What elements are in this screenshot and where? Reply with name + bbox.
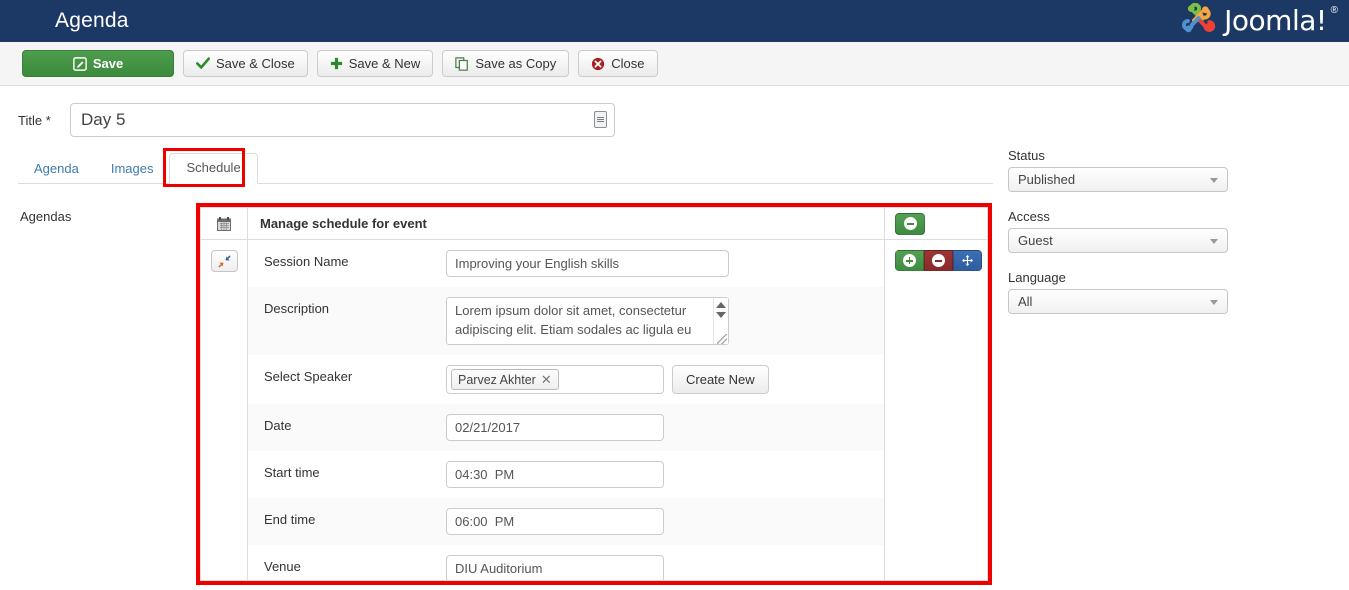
- joomla-logo: Joomla! ®: [1179, 3, 1341, 39]
- date-input[interactable]: [446, 414, 664, 441]
- tab-agenda[interactable]: Agenda: [18, 155, 95, 184]
- schedule-panel-head-actions: [885, 208, 987, 239]
- start-time-input[interactable]: [446, 461, 664, 488]
- create-new-speaker-button[interactable]: Create New: [672, 365, 769, 394]
- minus-icon: [932, 254, 945, 267]
- close-button[interactable]: Close: [578, 50, 658, 77]
- copy-icon: [455, 56, 469, 71]
- joomla-mark-icon: [1182, 3, 1216, 33]
- article-icon: [594, 111, 607, 128]
- right-sidebar: Status Published Access Guest Language A…: [1008, 148, 1234, 331]
- save-and-close-button[interactable]: Save & Close: [183, 50, 308, 77]
- save-as-copy-label: Save as Copy: [475, 56, 557, 71]
- app-header: Agenda Joomla! ®: [0, 0, 1349, 42]
- tab-schedule[interactable]: Schedule: [169, 153, 258, 184]
- field-row-venue: Venue: [248, 545, 884, 580]
- venue-label: Venue: [264, 559, 301, 574]
- speaker-input[interactable]: Parvez Akhter ✕: [446, 365, 664, 394]
- page-title: Agenda: [55, 9, 129, 32]
- start-time-label: Start time: [264, 465, 320, 480]
- field-row-select-speaker: Select Speaker Parvez Akhter ✕ Create Ne…: [248, 355, 884, 404]
- schedule-row-handle-column: [201, 240, 248, 580]
- save-and-new-label: Save & New: [348, 56, 421, 71]
- collapse-icon[interactable]: [210, 250, 238, 272]
- speaker-controls: Parvez Akhter ✕ Create New: [446, 365, 884, 394]
- end-time-input[interactable]: [446, 508, 664, 535]
- plus-icon: [903, 254, 916, 267]
- scroll-down-icon[interactable]: [716, 312, 726, 318]
- title-label: Title *: [18, 112, 51, 128]
- date-label: Date: [264, 418, 292, 433]
- close-circle-icon: [591, 57, 605, 71]
- close-button-label: Close: [611, 56, 645, 71]
- title-field-wrap: [70, 103, 615, 137]
- content-tabs: Agenda Images Schedule: [18, 150, 993, 184]
- field-row-end-time: End time: [248, 498, 884, 545]
- field-row-session-name: Session Name: [248, 240, 884, 287]
- resize-grip-icon[interactable]: [717, 334, 727, 344]
- language-select[interactable]: All: [1008, 289, 1228, 314]
- save-and-new-button[interactable]: Save & New: [316, 50, 434, 77]
- chevron-down-icon: [1210, 300, 1218, 305]
- add-item-button[interactable]: [895, 250, 924, 271]
- access-select[interactable]: Guest: [1008, 228, 1228, 253]
- description-textarea[interactable]: Lorem ipsum dolor sit amet, consectetur …: [446, 297, 729, 345]
- save-as-copy-button[interactable]: Save as Copy: [442, 50, 570, 77]
- schedule-panel-body: Session Name Description Lorem ipsum dol…: [201, 240, 987, 580]
- schedule-fields-column: Session Name Description Lorem ipsum dol…: [248, 240, 885, 580]
- calendar-icon: [201, 208, 248, 239]
- status-select[interactable]: Published: [1008, 167, 1228, 192]
- chevron-down-icon: [1210, 239, 1218, 244]
- registered-mark: ®: [1330, 4, 1338, 16]
- title-row: Title *: [0, 100, 1000, 140]
- session-name-input[interactable]: [446, 250, 729, 277]
- field-row-date: Date: [248, 404, 884, 451]
- status-value: Published: [1018, 172, 1076, 187]
- scroll-up-icon[interactable]: [716, 302, 726, 308]
- check-icon: [196, 57, 210, 70]
- add-row-button[interactable]: [895, 212, 925, 235]
- save-button[interactable]: Save: [22, 50, 174, 77]
- session-name-label: Session Name: [264, 254, 349, 269]
- access-value: Guest: [1018, 233, 1053, 248]
- save-and-close-label: Save & Close: [216, 56, 295, 71]
- schedule-row-actions-column: [885, 240, 987, 580]
- schedule-panel: Manage schedule for event Session Name I…: [200, 207, 988, 581]
- agendas-label: Agendas: [20, 209, 72, 224]
- plus-icon: [903, 217, 917, 230]
- remove-item-button[interactable]: [924, 250, 953, 271]
- speaker-chip[interactable]: Parvez Akhter ✕: [451, 369, 559, 390]
- tab-images[interactable]: Images: [95, 155, 170, 184]
- move-item-button[interactable]: [953, 250, 982, 271]
- title-input[interactable]: [70, 103, 615, 137]
- end-time-label: End time: [264, 512, 316, 527]
- row-action-group: [895, 250, 982, 271]
- description-label: Description: [264, 301, 330, 316]
- schedule-panel-title: Manage schedule for event: [248, 208, 885, 239]
- remove-speaker-icon[interactable]: ✕: [541, 372, 552, 388]
- plus-icon: [330, 57, 343, 70]
- create-new-label: Create New: [686, 372, 755, 387]
- description-wrap: Lorem ipsum dolor sit amet, consectetur …: [446, 297, 729, 345]
- editor-toolbar: Save Save & Close Save & New Save as Cop…: [0, 42, 1349, 86]
- venue-input[interactable]: [446, 555, 664, 580]
- language-value: All: [1018, 294, 1033, 309]
- field-row-start-time: Start time: [248, 451, 884, 498]
- edit-square-icon: [72, 56, 87, 71]
- access-label: Access: [1008, 209, 1050, 224]
- joomla-wordmark: Joomla!: [1224, 3, 1327, 37]
- language-label: Language: [1008, 270, 1066, 285]
- select-speaker-label: Select Speaker: [264, 369, 353, 384]
- move-icon: [961, 254, 974, 267]
- field-row-description: Description Lorem ipsum dolor sit amet, …: [248, 287, 884, 355]
- save-button-label: Save: [92, 56, 124, 71]
- schedule-panel-header: Manage schedule for event: [201, 208, 987, 240]
- status-label: Status: [1008, 148, 1045, 163]
- chevron-down-icon: [1210, 178, 1218, 183]
- speaker-chip-label: Parvez Akhter: [458, 372, 536, 387]
